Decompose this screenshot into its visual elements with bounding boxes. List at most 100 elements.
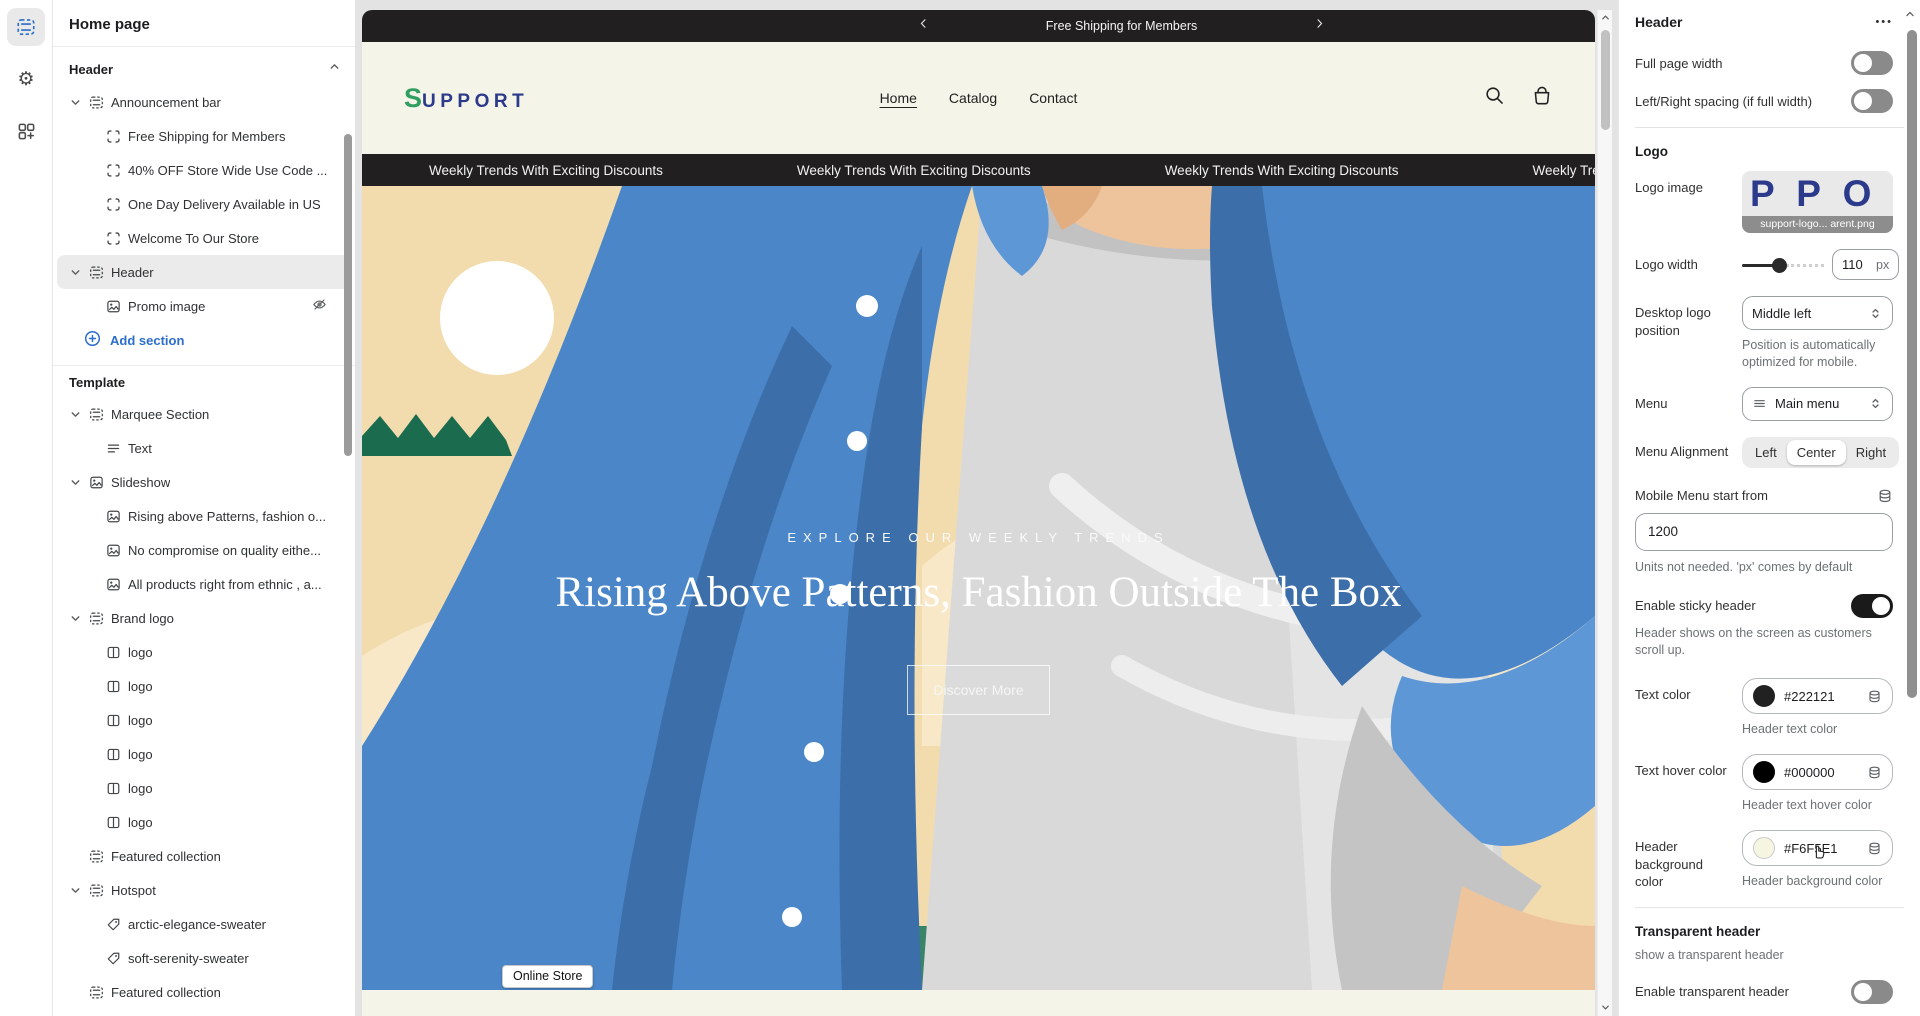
logo-width-slider[interactable]	[1742, 257, 1824, 273]
announcement-bar[interactable]: Free Shipping for Members	[362, 10, 1595, 42]
discover-more-button[interactable]: Discover More	[907, 665, 1049, 715]
sidebar-item-logo-1[interactable]: logo	[53, 635, 355, 669]
sidebar-item-header[interactable]: Header	[57, 255, 351, 289]
full-page-width-label: Full page width	[1635, 56, 1730, 71]
mobile-menu-label: Mobile Menu start from	[1635, 488, 1768, 503]
sidebar-item-featured-collection-2[interactable]: Featured collection	[53, 975, 355, 1009]
sidebar-item-collections-category[interactable]: Collections category	[53, 1009, 355, 1016]
hand-cursor-icon	[1809, 840, 1828, 862]
sidebar-item-soft-serenity[interactable]: soft-serenity-sweater	[53, 941, 355, 975]
sticky-header-toggle[interactable]	[1851, 594, 1893, 618]
sidebar-item-logo-2[interactable]: logo	[53, 669, 355, 703]
marquee-text: Weekly Trends With Exciting Discounts	[797, 163, 1031, 178]
panel-scrollbar[interactable]	[1907, 30, 1917, 698]
sidebar-item-hotspot[interactable]: Hotspot	[53, 873, 355, 907]
theme-editor: ⚙ Home page Header Announcement bar Free…	[0, 0, 1920, 1016]
sidebar-item-promo-image[interactable]: Promo image	[53, 289, 355, 323]
group-header-header: Header	[53, 51, 355, 85]
scroll-up-icon[interactable]	[1600, 10, 1611, 24]
lr-spacing-toggle[interactable]	[1851, 89, 1893, 113]
menu-select[interactable]: Main menu	[1742, 387, 1893, 421]
announcement-next-icon[interactable]	[1313, 17, 1326, 35]
slider-knob[interactable]	[1772, 258, 1787, 273]
text-color-input[interactable]: #222121	[1742, 678, 1893, 714]
panel-scroll-up-icon[interactable]	[1904, 8, 1916, 23]
sidebar-item-logo-3[interactable]: logo	[53, 703, 355, 737]
hover-color-input[interactable]: #000000	[1742, 754, 1893, 790]
sidebar-item-welcome[interactable]: Welcome To Our Store	[53, 221, 355, 255]
sidebar-item-text[interactable]: Text	[53, 431, 355, 465]
chevron-down-icon[interactable]	[67, 408, 83, 421]
sidebar-item-logo-5[interactable]: logo	[53, 771, 355, 805]
search-icon[interactable]	[1484, 85, 1505, 111]
columns-icon	[105, 645, 121, 660]
sections-rail-button[interactable]	[7, 8, 45, 46]
hover-color-swatch[interactable]	[1753, 761, 1775, 783]
slideshow-hero[interactable]: EXPLORE OUR WEEKLY TRENDS Rising Above P…	[362, 186, 1595, 990]
sidebar-item-one-day-delivery[interactable]: One Day Delivery Available in US	[53, 187, 355, 221]
sidebar-item-announcement-bar[interactable]: Announcement bar	[53, 85, 355, 119]
desktop-logo-position-help: Position is automatically optimized for …	[1742, 337, 1893, 371]
sidebar-item-logo-4[interactable]: logo	[53, 737, 355, 771]
sidebar-item-arctic-elegance[interactable]: arctic-elegance-sweater	[53, 907, 355, 941]
dynamic-source-icon[interactable]	[1867, 841, 1882, 856]
tag-icon	[105, 917, 121, 932]
chevron-down-icon[interactable]	[67, 96, 83, 109]
logo-image-thumbnail[interactable]: P P O support-logo... arent.png	[1742, 171, 1893, 233]
menu-align-right[interactable]: Right	[1846, 440, 1896, 465]
sidebar-item-featured-collection-1[interactable]: Featured collection	[53, 839, 355, 873]
nav-link-contact[interactable]: Contact	[1029, 90, 1077, 106]
dynamic-source-icon[interactable]	[1867, 765, 1882, 780]
sidebar-item-slideshow[interactable]: Slideshow	[53, 465, 355, 499]
logo-width-input-box[interactable]: px	[1832, 249, 1899, 280]
more-options-icon[interactable]: •••	[1875, 16, 1893, 28]
mobile-menu-input[interactable]	[1648, 524, 1880, 539]
sidebar-scrollbar[interactable]	[344, 134, 352, 456]
desktop-logo-position-select[interactable]: Middle left	[1742, 296, 1893, 330]
text-icon	[105, 441, 121, 456]
store-logo[interactable]: SUPPORT	[404, 83, 528, 114]
scroll-down-icon[interactable]	[1600, 1000, 1611, 1014]
announcement-prev-icon[interactable]	[917, 17, 930, 35]
nav-link-home[interactable]: Home	[880, 90, 917, 106]
announcement-text: Free Shipping for Members	[1046, 19, 1197, 33]
sidebar-item-40-off[interactable]: 40% OFF Store Wide Use Code ...	[53, 153, 355, 187]
full-page-width-toggle[interactable]	[1851, 51, 1893, 75]
collapse-chevron-up-icon[interactable]	[328, 60, 341, 78]
sidebar-item-slide-all-products[interactable]: All products right from ethnic , a...	[53, 567, 355, 601]
sidebar-item-marquee-section[interactable]: Marquee Section	[53, 397, 355, 431]
sidebar-item-logo-6[interactable]: logo	[53, 805, 355, 839]
sidebar-item-free-shipping[interactable]: Free Shipping for Members	[53, 119, 355, 153]
chevron-down-icon[interactable]	[67, 612, 83, 625]
add-section-button[interactable]: Add section	[53, 323, 355, 357]
app-embeds-rail-button[interactable]	[7, 112, 45, 150]
preview-scrollbar[interactable]	[1597, 10, 1612, 1016]
chevron-down-icon[interactable]	[67, 266, 83, 279]
bg-color-swatch[interactable]	[1753, 837, 1775, 859]
hidden-eye-icon[interactable]	[312, 297, 327, 315]
sidebar-item-slide-no-compromise[interactable]: No compromise on quality eithe...	[53, 533, 355, 567]
logo-width-label: Logo width	[1635, 256, 1731, 274]
dynamic-source-icon[interactable]	[1877, 488, 1893, 504]
chevron-down-icon[interactable]	[67, 884, 83, 897]
cart-bag-icon[interactable]	[1531, 85, 1553, 112]
marquee-text: Weekly Trends With Exciting Discounts	[429, 163, 663, 178]
menu-align-left[interactable]: Left	[1745, 440, 1787, 465]
sidebar-item-slide-rising[interactable]: Rising above Patterns, fashion o...	[53, 499, 355, 533]
dynamic-source-icon[interactable]	[1867, 689, 1882, 704]
transparent-header-heading: Transparent header	[1635, 924, 1893, 939]
logo-width-input[interactable]	[1842, 257, 1876, 272]
updown-stepper-icon	[1868, 396, 1883, 411]
transparent-header-toggle[interactable]	[1851, 980, 1893, 1004]
theme-settings-rail-button[interactable]: ⚙	[7, 60, 45, 98]
text-color-swatch[interactable]	[1753, 685, 1775, 707]
nav-link-catalog[interactable]: Catalog	[949, 90, 997, 106]
chevron-down-icon[interactable]	[67, 476, 83, 489]
sidebar-item-brand-logo[interactable]: Brand logo	[53, 601, 355, 635]
panel-divider	[1635, 127, 1904, 128]
preview-scroll-thumb[interactable]	[1601, 30, 1610, 130]
block-icon	[105, 231, 121, 246]
mobile-menu-input-box[interactable]	[1635, 513, 1893, 551]
menu-align-center[interactable]: Center	[1787, 440, 1846, 465]
bg-color-input[interactable]: #F6F5E1	[1742, 830, 1893, 866]
